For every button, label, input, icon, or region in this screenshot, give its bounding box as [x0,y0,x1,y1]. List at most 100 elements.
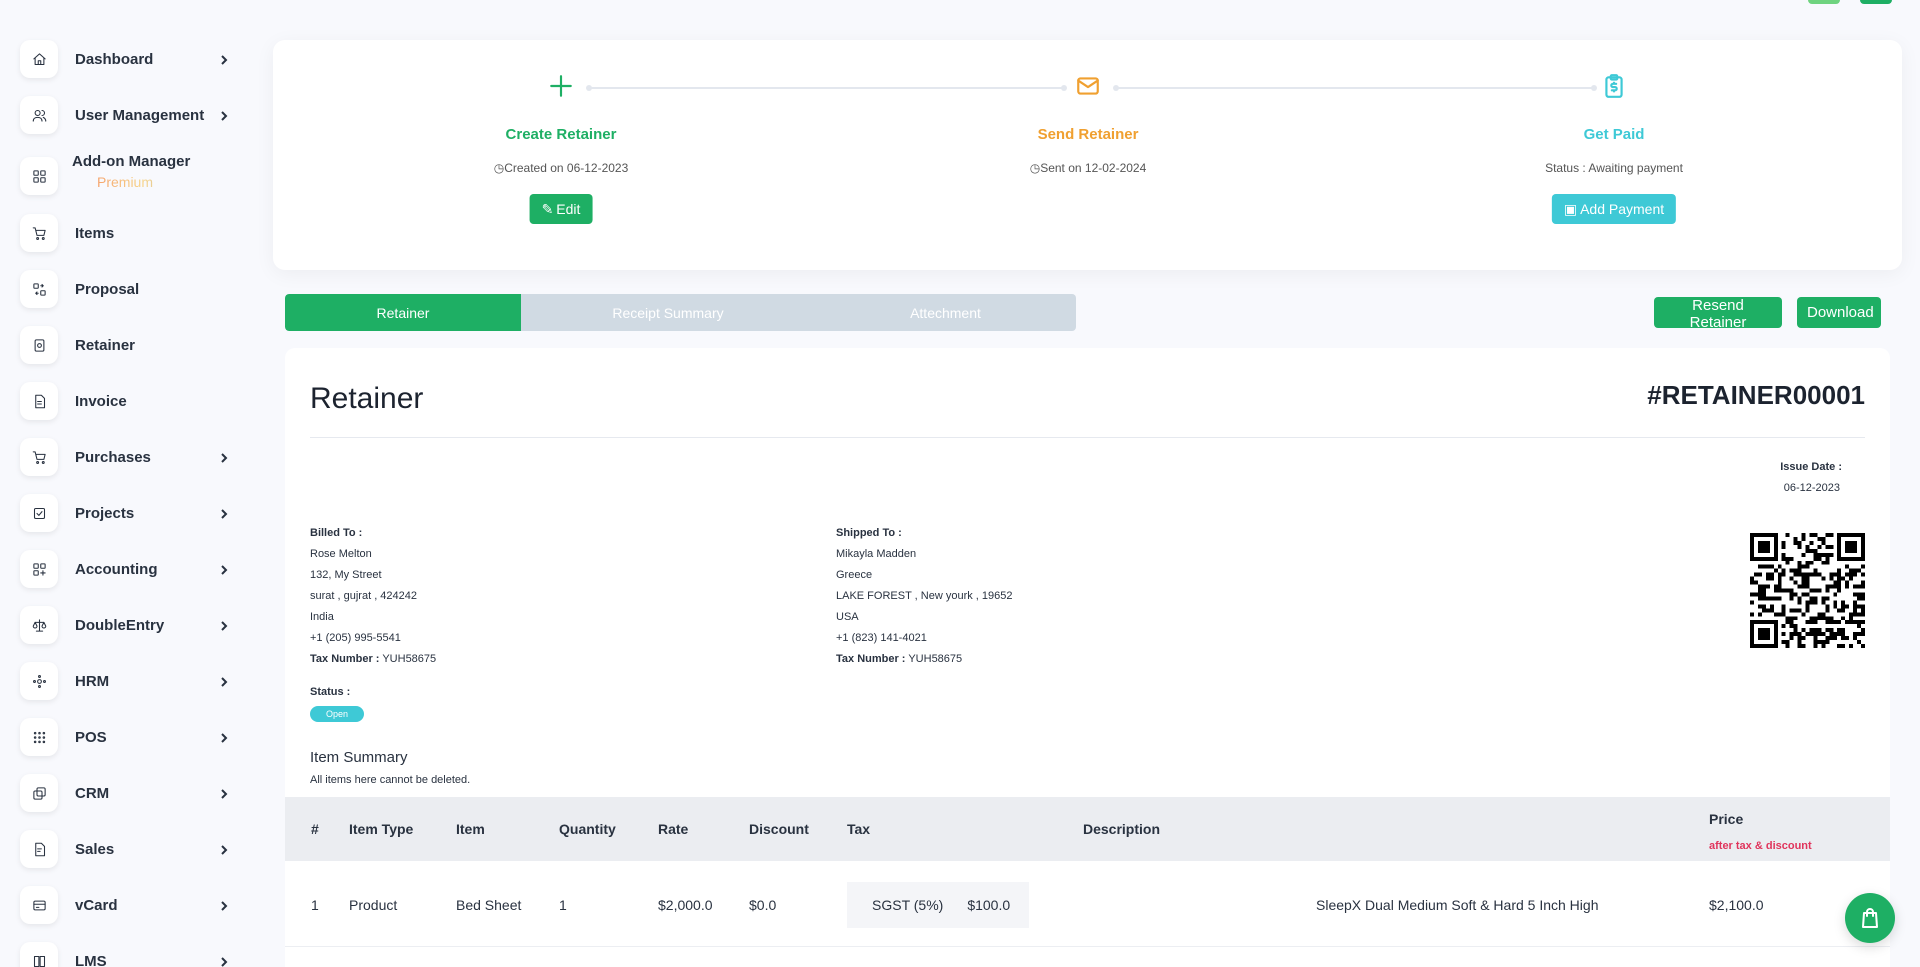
sidebar-item-hrm[interactable]: HRM [20,659,230,703]
mail-icon [1073,71,1103,101]
col-quantity: Quantity [559,821,616,837]
top-action-button-2[interactable] [1860,0,1892,4]
col-tax: Tax [847,821,871,837]
sidebar-item-label: Purchases [75,448,151,466]
billed-street: 132, My Street [310,569,382,581]
qr-code [1750,533,1865,648]
download-button[interactable]: Download [1797,297,1881,328]
card-icon [20,886,58,924]
document-title: Retainer [310,382,424,415]
sidebar-item-label: Items [75,224,115,242]
col-number: # [311,821,319,837]
step-title: Send Retainer [1037,126,1139,143]
sidebar-item-crm[interactable]: CRM [20,771,230,815]
billed-name: Rose Melton [310,548,372,560]
progress-line [586,85,1067,91]
tax-name: SGST (5%) [872,897,944,913]
retainer-number: #RETAINER00001 [1647,380,1865,410]
sidebar-item-addon-manager[interactable]: Add-on Manager Premium [20,153,230,199]
resend-retainer-button[interactable]: Resend Retainer [1654,297,1782,331]
row-discount: $0.0 [749,897,777,913]
step-subtitle: Status : Awaiting payment [1545,161,1683,175]
sales-icon [20,830,58,868]
tax-amount: $100.0 [967,897,1011,913]
tab-retainer[interactable]: Retainer [285,294,521,331]
col-discount: Discount [749,821,809,837]
col-rate: Rate [658,821,689,837]
sidebar-item-invoice[interactable]: Invoice [20,379,230,423]
tab-attechment[interactable]: Attechment [815,294,1076,331]
chevron-right-icon [218,507,230,519]
add-payment-button[interactable]: ▣ Add Payment [1551,194,1677,224]
progress-line [1113,85,1597,91]
home-icon [20,40,58,78]
sidebar-item-accounting[interactable]: Accounting [20,547,230,591]
sidebar-item-label: User Management [75,106,205,124]
purchase-cart-icon [20,438,58,476]
chevron-right-icon [218,451,230,463]
sidebar-item-label: Add-on Manager [72,152,191,170]
sidebar-item-projects[interactable]: Projects [20,491,230,535]
billed-city: surat , gujrat , 424242 [310,590,418,602]
sidebar-item-label: HRM [75,672,110,690]
sidebar-item-doubleentry[interactable]: DoubleEntry [20,603,230,647]
sidebar-item-dashboard[interactable]: Dashboard [20,37,230,81]
status-badge: Open [310,706,364,722]
chevron-right-icon [218,955,230,967]
shopping-bag-icon [1862,908,1878,928]
shipped-country: USA [836,611,859,623]
tax-number-label: Tax Number : [836,653,906,665]
chevron-right-icon [218,731,230,743]
sidebar-item-proposal[interactable]: Proposal [20,267,230,311]
sidebar-item-label: Projects [75,504,135,522]
hrm-icon [20,662,58,700]
chevron-right-icon [218,899,230,911]
table-header: # Item Type Item Quantity Rate Discount … [285,797,1890,861]
row-item: Bed Sheet [456,897,522,913]
retainer-document: Retainer #RETAINER00001 Issue Date : 06-… [285,348,1890,967]
row-number: 1 [311,897,319,913]
clock-icon: ◷ [1029,161,1041,175]
shipped-phone: +1 (823) 141-4021 [836,632,927,644]
item-summary-note: All items here cannot be deleted. [310,774,471,786]
sidebar-item-items[interactable]: Items [20,211,230,255]
users-icon [20,96,58,134]
top-action-button-1[interactable] [1808,0,1840,4]
step-subtitle: ◷Sent on 12-02-2024 [1029,161,1147,175]
chevron-right-icon [218,53,230,65]
col-price-note: after tax & discount [1709,840,1812,852]
sidebar-item-purchases[interactable]: Purchases [20,435,230,479]
clipboard-dollar-icon [1599,71,1629,101]
divider [310,437,1865,438]
shipped-name: Mikayla Madden [836,548,917,560]
col-description: Description [1083,821,1161,837]
book-icon [20,942,58,967]
floating-cart-button[interactable] [1845,893,1895,943]
sidebar-item-retainer[interactable]: Retainer [20,323,230,367]
row-price: $2,100.0 [1709,897,1764,913]
row-description: SleepX Dual Medium Soft & Hard 5 Inch Hi… [1316,897,1599,913]
retainer-icon [20,326,58,364]
sidebar-item-vcard[interactable]: vCard [20,883,230,927]
sidebar-item-user-management[interactable]: User Management [20,93,230,137]
chevron-right-icon [218,563,230,575]
sidebar-item-pos[interactable]: POS [20,715,230,759]
sidebar-item-sales[interactable]: Sales [20,827,230,871]
dots-grid-icon [20,718,58,756]
chevron-right-icon [218,787,230,799]
edit-button[interactable]: ✎ Edit [529,194,593,224]
sidebar-item-label: Retainer [75,336,136,354]
billed-to-label: Billed To : [310,527,363,539]
col-price: Price [1709,811,1744,827]
tax-number-value: YUH58675 [908,653,963,665]
cart-icon [20,214,58,252]
sidebar-item-label: Invoice [75,392,127,410]
sidebar-item-label: DoubleEntry [75,616,165,634]
item-summary-title: Item Summary [310,749,408,766]
issue-date-value: 06-12-2023 [1783,482,1840,494]
sidebar-item-lms[interactable]: LMS [20,939,230,967]
table-row: 1 Product Bed Sheet 1 $2,000.0 $0.0 SGST… [285,861,1890,947]
tab-receipt-summary[interactable]: Receipt Summary [521,294,815,331]
sidebar-item-label: LMS [75,952,107,967]
step-title: Get Paid [1583,126,1645,143]
